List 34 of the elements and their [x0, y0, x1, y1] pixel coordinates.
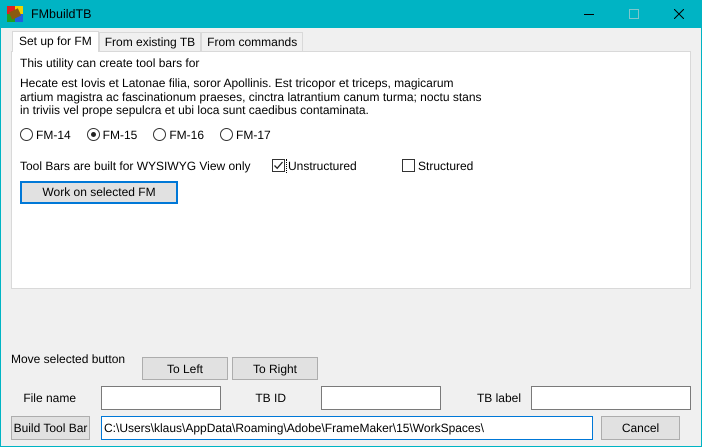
move-label: Move selected button	[11, 352, 126, 366]
move-button[interactable]: To Left	[142, 357, 228, 380]
radio-button[interactable]	[86, 128, 100, 141]
tab[interactable]: From commands	[201, 32, 304, 51]
tab[interactable]: Set up for FM	[12, 31, 99, 52]
checkbox[interactable]	[272, 159, 285, 172]
work-button[interactable]: Work on selected FM	[20, 180, 178, 204]
build-button[interactable]: Build Tool Bar	[11, 416, 90, 440]
path-field[interactable]: C:\Users\klaus\AppData\Roaming\Adobe\FrameMaker\15\WorkSpaces\	[101, 416, 593, 440]
checkbox-label: Unstructured	[286, 158, 357, 172]
radio-button[interactable]	[220, 128, 234, 141]
input-field[interactable]	[321, 386, 441, 410]
radio-label: FM-17	[236, 128, 271, 142]
intro-text: This utility can create tool bars for	[20, 56, 200, 70]
window-title: FMbuildTB	[31, 7, 92, 21]
field-label: File name	[22, 391, 76, 405]
tab[interactable]: From existing TB	[98, 32, 202, 51]
cancel-button[interactable]: Cancel	[601, 416, 680, 440]
radio-label: FM-14	[36, 128, 71, 142]
field-label: TB label	[476, 391, 521, 405]
radio-label: FM-16	[169, 128, 204, 142]
checkbox-label: Structured	[417, 158, 474, 172]
radio-label: FM-15	[102, 128, 138, 142]
move-button[interactable]: To Right	[232, 357, 318, 380]
view-note: Tool Bars are built for WYSIWYG View only	[20, 158, 252, 172]
radio-button[interactable]	[20, 128, 33, 141]
app-icon	[7, 6, 23, 22]
input-field[interactable]	[101, 386, 221, 410]
input-field[interactable]	[531, 386, 691, 410]
field-label: TB ID	[254, 391, 286, 405]
close-icon[interactable]	[674, 9, 684, 19]
radio-button[interactable]	[153, 128, 166, 141]
description-text: Hecate est Iovis et Latonae filia, soror Apollinis. Est tricopor et triceps, magicarum artium magistra ac fascinationum praeses, cinctra latrantium canum turma; noctu stans in triviis vel prope sepulcra et ubi loca sunt caedibus contaminata.	[20, 77, 482, 118]
checkbox[interactable]	[402, 159, 415, 172]
